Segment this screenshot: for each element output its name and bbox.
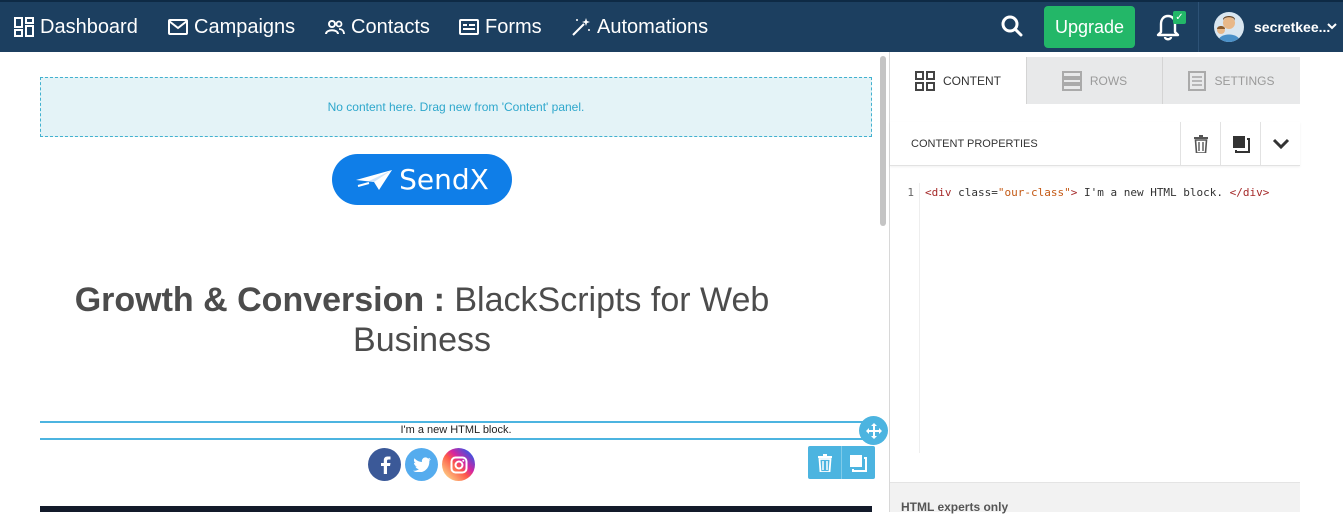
code-attr-value: "our-class" xyxy=(997,186,1071,199)
nav-contacts-label: Contacts xyxy=(351,15,430,38)
paper-plane-icon xyxy=(356,169,393,190)
tab-rows-label: ROWS xyxy=(1089,73,1128,88)
nav-automations-label: Automations xyxy=(597,15,709,38)
line-number-gutter: 1 xyxy=(890,183,920,453)
code-text: I'm a new HTML block. xyxy=(1077,186,1230,199)
code-line[interactable]: <div class="our-class"> I'm a new HTML b… xyxy=(925,183,1269,203)
grid-icon xyxy=(915,70,935,91)
html-code-editor[interactable]: 1 <div class="our-class"> I'm a new HTML… xyxy=(890,178,1300,478)
code-attr-name: class= xyxy=(951,186,998,199)
tab-settings-label: SETTINGS xyxy=(1214,73,1275,88)
nav-divider xyxy=(1198,2,1199,52)
dropzone-text: No content here. Drag new from 'Content'… xyxy=(327,100,585,114)
delete-content-button[interactable] xyxy=(1180,122,1220,166)
instagram-icon[interactable] xyxy=(442,448,475,481)
nav-campaigns-label: Campaigns xyxy=(194,15,296,38)
tab-rows[interactable]: ROWS xyxy=(1027,57,1163,104)
move-handle[interactable] xyxy=(859,416,888,445)
magic-wand-icon xyxy=(572,18,590,36)
line-number: 1 xyxy=(907,186,914,199)
envelope-icon xyxy=(168,19,188,35)
nav-campaigns[interactable]: Campaigns xyxy=(168,2,295,52)
properties-panel: CONTENT ROWS SETTINGS CONTENT PROPERTIES… xyxy=(889,52,1300,514)
duplicate-block-button[interactable] xyxy=(841,446,874,479)
settings-doc-icon xyxy=(1188,70,1207,91)
panel-footer: HTML experts only xyxy=(890,482,1300,514)
avatar[interactable] xyxy=(1214,12,1244,42)
nav-forms-label: Forms xyxy=(485,15,542,38)
upgrade-button[interactable]: Upgrade xyxy=(1044,6,1135,48)
nav-contacts[interactable]: Contacts xyxy=(325,2,430,52)
search-button[interactable] xyxy=(1000,14,1026,40)
code-close-tag: </div> xyxy=(1229,186,1270,199)
hero-image[interactable] xyxy=(40,506,872,512)
trash-icon xyxy=(817,453,832,472)
empty-dropzone[interactable]: No content here. Drag new from 'Content'… xyxy=(40,77,872,137)
collapse-button[interactable] xyxy=(1260,122,1300,166)
duplicate-content-button[interactable] xyxy=(1220,122,1260,166)
twitter-icon[interactable] xyxy=(405,448,438,481)
dashboard-icon xyxy=(14,17,34,37)
chevron-down-icon[interactable] xyxy=(1326,20,1338,32)
notification-check-icon: ✓ xyxy=(1173,11,1186,24)
delete-block-button[interactable] xyxy=(808,446,841,479)
chevron-down-icon xyxy=(1272,138,1289,150)
tab-settings[interactable]: SETTINGS xyxy=(1163,57,1300,104)
user-avatar-icon xyxy=(1217,16,1240,42)
content-properties-title: CONTENT PROPERTIES xyxy=(911,138,1038,150)
tab-content[interactable]: CONTENT xyxy=(890,57,1027,104)
rows-icon xyxy=(1061,70,1082,91)
code-open-tag: <div xyxy=(925,186,952,199)
html-block-text: I'm a new HTML block. xyxy=(400,424,512,436)
nav-forms[interactable]: Forms xyxy=(459,2,542,52)
duplicate-icon xyxy=(850,454,867,472)
logo-text: SendX xyxy=(399,163,489,196)
nav-dashboard-label: Dashboard xyxy=(40,15,138,38)
duplicate-icon xyxy=(1232,136,1250,153)
html-block[interactable]: I'm a new HTML block. xyxy=(40,421,872,440)
form-icon xyxy=(459,19,479,35)
username[interactable]: secretkee... xyxy=(1254,2,1330,52)
email-heading[interactable]: Growth & Conversion : BlackScripts for W… xyxy=(60,280,784,360)
tab-content-label: CONTENT xyxy=(943,73,1001,88)
users-icon xyxy=(325,20,345,35)
search-icon xyxy=(1001,15,1023,37)
heading-bold: Growth & Conversion : xyxy=(74,281,445,319)
canvas-scrollbar[interactable] xyxy=(880,56,886,226)
nav-automations[interactable]: Automations xyxy=(571,2,708,52)
top-navbar: Dashboard Campaigns Contacts Forms Autom… xyxy=(0,0,1343,52)
email-canvas: No content here. Drag new from 'Content'… xyxy=(0,52,889,512)
panel-tabs: CONTENT ROWS SETTINGS xyxy=(890,57,1300,104)
sendx-logo[interactable]: SendX xyxy=(332,154,512,205)
block-actions xyxy=(808,446,875,479)
content-properties-bar: CONTENT PROPERTIES xyxy=(890,122,1300,166)
move-arrows-icon xyxy=(865,422,882,439)
facebook-icon[interactable] xyxy=(368,448,401,481)
trash-icon xyxy=(1193,135,1208,153)
nav-dashboard[interactable]: Dashboard xyxy=(14,2,138,52)
